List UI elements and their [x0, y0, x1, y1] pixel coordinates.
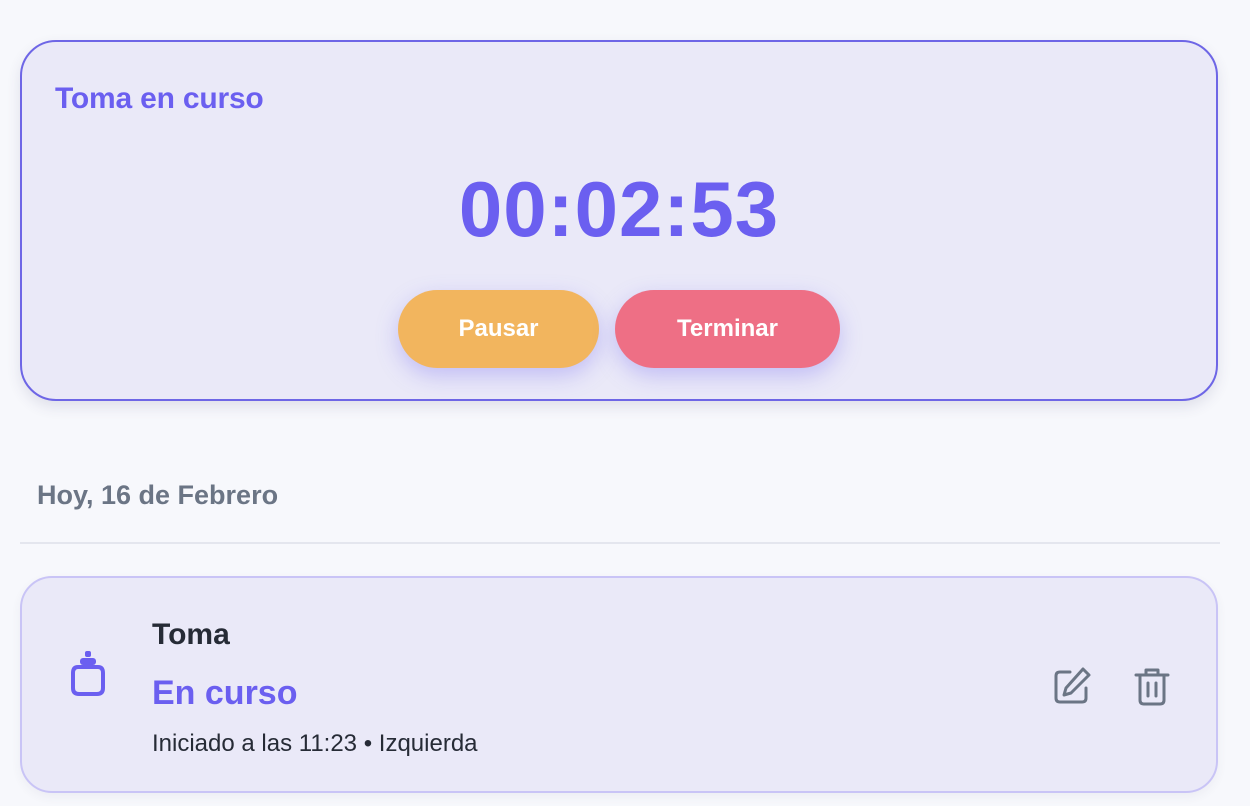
date-heading: Hoy, 16 de Febrero [37, 480, 279, 510]
entry-side: Izquierda [378, 730, 478, 757]
bottle-icon [68, 650, 108, 698]
entry-start-time: Iniciado a las 11:23 [152, 730, 358, 757]
session-controls: Pausar Terminar [22, 290, 1216, 368]
delete-button[interactable] [1130, 664, 1174, 708]
history-entry[interactable]: Toma En curso Iniciado a las 11:23 • Izq… [20, 576, 1218, 793]
edit-icon [1050, 667, 1094, 711]
edit-button[interactable] [1050, 664, 1094, 708]
active-session-card: Toma en curso 00:02:53 Pausar Terminar [20, 40, 1218, 401]
entry-title: Toma [152, 618, 230, 651]
page: Toma en curso 00:02:53 Pausar Terminar H… [0, 0, 1250, 806]
pause-button[interactable]: Pausar [398, 290, 599, 368]
entry-status: En curso [152, 674, 298, 712]
session-timer: 00:02:53 [458, 165, 780, 253]
entry-details: Iniciado a las 11:23 • Izquierda [152, 730, 478, 758]
trash-icon [1130, 668, 1174, 711]
active-session-title: Toma en curso [55, 82, 264, 115]
stop-button[interactable]: Terminar [615, 290, 840, 368]
divider [20, 542, 1220, 544]
entry-separator: • [363, 730, 373, 757]
